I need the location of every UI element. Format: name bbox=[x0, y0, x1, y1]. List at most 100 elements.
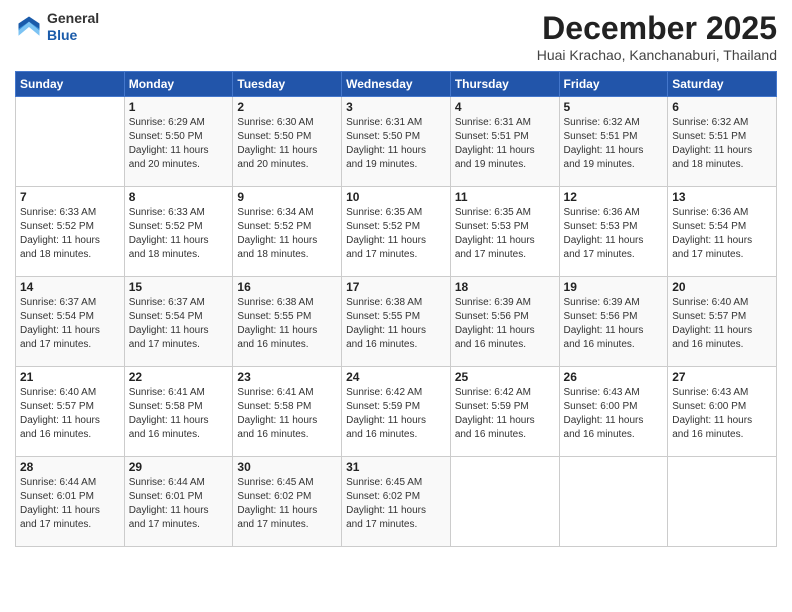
logo: General Blue bbox=[15, 10, 99, 44]
day-cell: 26Sunrise: 6:43 AM Sunset: 6:00 PM Dayli… bbox=[559, 367, 668, 457]
day-info: Sunrise: 6:45 AM Sunset: 6:02 PM Dayligh… bbox=[346, 476, 446, 532]
day-cell: 30Sunrise: 6:45 AM Sunset: 6:02 PM Dayli… bbox=[233, 457, 342, 547]
day-cell bbox=[668, 457, 777, 547]
day-number: 8 bbox=[129, 190, 229, 204]
logo-text: General Blue bbox=[47, 10, 99, 44]
day-cell: 28 Sunrise: 6:44 AM Sunset: 6:01 PM Dayli… bbox=[16, 457, 125, 547]
day-info: Sunrise: 6:33 AM Sunset: 5:52 PM Dayligh… bbox=[129, 206, 229, 262]
day-info: Sunrise: 6:42 AM Sunset: 5:59 PM Dayligh… bbox=[455, 386, 555, 442]
day-info: Sunrise: 6:42 AM Sunset: 5:59 PM Dayligh… bbox=[346, 386, 446, 442]
day-info: Sunrise: 6:30 AM Sunset: 5:50 PM Dayligh… bbox=[237, 116, 337, 172]
day-info: Sunrise: 6:37 AM Sunset: 5:54 PM Dayligh… bbox=[129, 296, 229, 352]
day-cell: 23 Sunrise: 6:41 AM Sunset: 5:58 PM Dayli… bbox=[233, 367, 342, 457]
day-info: Sunrise: 6:44 AM Sunset: 6:01 PM Dayligh… bbox=[20, 476, 120, 532]
day-info: Sunrise: 6:35 AM Sunset: 5:52 PM Dayligh… bbox=[346, 206, 446, 262]
day-number: 5 bbox=[564, 100, 664, 114]
day-info: Sunrise: 6:32 AM Sunset: 5:51 PM Dayligh… bbox=[564, 116, 664, 172]
header-cell-monday: Monday bbox=[124, 72, 233, 97]
day-number: 24 bbox=[346, 370, 446, 384]
day-cell: 1Sunrise: 6:29 AM Sunset: 5:50 PM Daylig… bbox=[124, 97, 233, 187]
day-cell: 9 Sunrise: 6:34 AM Sunset: 5:52 PM Daylig… bbox=[233, 187, 342, 277]
day-cell: 8 Sunrise: 6:33 AM Sunset: 5:52 PM Daylig… bbox=[124, 187, 233, 277]
day-info: Sunrise: 6:32 AM Sunset: 5:51 PM Dayligh… bbox=[672, 116, 772, 172]
day-number: 28 bbox=[20, 460, 120, 474]
page-header: General Blue December 2025 Huai Krachao,… bbox=[15, 10, 777, 63]
day-number: 23 bbox=[237, 370, 337, 384]
day-cell: 22 Sunrise: 6:41 AM Sunset: 5:58 PM Dayli… bbox=[124, 367, 233, 457]
day-info: Sunrise: 6:38 AM Sunset: 5:55 PM Dayligh… bbox=[346, 296, 446, 352]
day-cell: 3 Sunrise: 6:31 AM Sunset: 5:50 PM Daylig… bbox=[342, 97, 451, 187]
day-cell: 6 Sunrise: 6:32 AM Sunset: 5:51 PM Daylig… bbox=[668, 97, 777, 187]
day-cell: 7 Sunrise: 6:33 AM Sunset: 5:52 PM Daylig… bbox=[16, 187, 125, 277]
logo-icon bbox=[15, 13, 43, 41]
day-number: 30 bbox=[237, 460, 337, 474]
title-block: December 2025 Huai Krachao, Kanchanaburi… bbox=[537, 10, 777, 63]
day-number: 4 bbox=[455, 100, 555, 114]
day-cell: 29 Sunrise: 6:44 AM Sunset: 6:01 PM Dayli… bbox=[124, 457, 233, 547]
day-number: 21 bbox=[20, 370, 120, 384]
day-number: 9 bbox=[237, 190, 337, 204]
day-info: Sunrise: 6:41 AM Sunset: 5:58 PM Dayligh… bbox=[129, 386, 229, 442]
day-number: 22 bbox=[129, 370, 229, 384]
day-number: 18 bbox=[455, 280, 555, 294]
day-info: Sunrise: 6:34 AM Sunset: 5:52 PM Dayligh… bbox=[237, 206, 337, 262]
week-row-2: 7 Sunrise: 6:33 AM Sunset: 5:52 PM Daylig… bbox=[16, 187, 777, 277]
day-info: Sunrise: 6:40 AM Sunset: 5:57 PM Dayligh… bbox=[20, 386, 120, 442]
day-info: Sunrise: 6:31 AM Sunset: 5:50 PM Dayligh… bbox=[346, 116, 446, 172]
day-number: 19 bbox=[564, 280, 664, 294]
day-info: Sunrise: 6:43 AM Sunset: 6:00 PM Dayligh… bbox=[564, 386, 664, 442]
week-row-4: 21 Sunrise: 6:40 AM Sunset: 5:57 PM Dayli… bbox=[16, 367, 777, 457]
day-cell: 24 Sunrise: 6:42 AM Sunset: 5:59 PM Dayli… bbox=[342, 367, 451, 457]
logo-blue: Blue bbox=[47, 27, 99, 44]
day-number: 17 bbox=[346, 280, 446, 294]
header-cell-wednesday: Wednesday bbox=[342, 72, 451, 97]
month-title: December 2025 bbox=[537, 10, 777, 47]
day-info: Sunrise: 6:29 AM Sunset: 5:50 PM Dayligh… bbox=[129, 116, 229, 172]
header-cell-friday: Friday bbox=[559, 72, 668, 97]
day-number: 3 bbox=[346, 100, 446, 114]
day-cell: 20 Sunrise: 6:40 AM Sunset: 5:57 PM Dayli… bbox=[668, 277, 777, 367]
header-cell-thursday: Thursday bbox=[450, 72, 559, 97]
day-number: 11 bbox=[455, 190, 555, 204]
day-info: Sunrise: 6:37 AM Sunset: 5:54 PM Dayligh… bbox=[20, 296, 120, 352]
day-info: Sunrise: 6:43 AM Sunset: 6:00 PM Dayligh… bbox=[672, 386, 772, 442]
day-number: 29 bbox=[129, 460, 229, 474]
week-row-3: 14 Sunrise: 6:37 AM Sunset: 5:54 PM Dayli… bbox=[16, 277, 777, 367]
day-cell bbox=[450, 457, 559, 547]
day-cell: 12 Sunrise: 6:36 AM Sunset: 5:53 PM Dayli… bbox=[559, 187, 668, 277]
day-info: Sunrise: 6:40 AM Sunset: 5:57 PM Dayligh… bbox=[672, 296, 772, 352]
day-info: Sunrise: 6:44 AM Sunset: 6:01 PM Dayligh… bbox=[129, 476, 229, 532]
week-row-1: 1Sunrise: 6:29 AM Sunset: 5:50 PM Daylig… bbox=[16, 97, 777, 187]
day-cell: 17 Sunrise: 6:38 AM Sunset: 5:55 PM Dayli… bbox=[342, 277, 451, 367]
day-info: Sunrise: 6:41 AM Sunset: 5:58 PM Dayligh… bbox=[237, 386, 337, 442]
day-cell: 15Sunrise: 6:37 AM Sunset: 5:54 PM Dayli… bbox=[124, 277, 233, 367]
day-cell bbox=[16, 97, 125, 187]
day-cell: 31 Sunrise: 6:45 AM Sunset: 6:02 PM Dayli… bbox=[342, 457, 451, 547]
day-cell: 5 Sunrise: 6:32 AM Sunset: 5:51 PM Daylig… bbox=[559, 97, 668, 187]
day-info: Sunrise: 6:36 AM Sunset: 5:53 PM Dayligh… bbox=[564, 206, 664, 262]
day-number: 7 bbox=[20, 190, 120, 204]
day-info: Sunrise: 6:33 AM Sunset: 5:52 PM Dayligh… bbox=[20, 206, 120, 262]
week-row-5: 28 Sunrise: 6:44 AM Sunset: 6:01 PM Dayli… bbox=[16, 457, 777, 547]
day-cell bbox=[559, 457, 668, 547]
day-cell: 14 Sunrise: 6:37 AM Sunset: 5:54 PM Dayli… bbox=[16, 277, 125, 367]
header-cell-sunday: Sunday bbox=[16, 72, 125, 97]
calendar-table: SundayMondayTuesdayWednesdayThursdayFrid… bbox=[15, 71, 777, 547]
day-cell: 13Sunrise: 6:36 AM Sunset: 5:54 PM Dayli… bbox=[668, 187, 777, 277]
day-cell: 25Sunrise: 6:42 AM Sunset: 5:59 PM Dayli… bbox=[450, 367, 559, 457]
day-number: 2 bbox=[237, 100, 337, 114]
day-cell: 2 Sunrise: 6:30 AM Sunset: 5:50 PM Daylig… bbox=[233, 97, 342, 187]
day-number: 12 bbox=[564, 190, 664, 204]
header-cell-saturday: Saturday bbox=[668, 72, 777, 97]
day-number: 6 bbox=[672, 100, 772, 114]
day-number: 14 bbox=[20, 280, 120, 294]
day-info: Sunrise: 6:35 AM Sunset: 5:53 PM Dayligh… bbox=[455, 206, 555, 262]
day-cell: 18 Sunrise: 6:39 AM Sunset: 5:56 PM Dayli… bbox=[450, 277, 559, 367]
day-cell: 19 Sunrise: 6:39 AM Sunset: 5:56 PM Dayli… bbox=[559, 277, 668, 367]
day-number: 20 bbox=[672, 280, 772, 294]
day-info: Sunrise: 6:39 AM Sunset: 5:56 PM Dayligh… bbox=[455, 296, 555, 352]
day-number: 10 bbox=[346, 190, 446, 204]
day-info: Sunrise: 6:39 AM Sunset: 5:56 PM Dayligh… bbox=[564, 296, 664, 352]
day-number: 13 bbox=[672, 190, 772, 204]
day-number: 31 bbox=[346, 460, 446, 474]
